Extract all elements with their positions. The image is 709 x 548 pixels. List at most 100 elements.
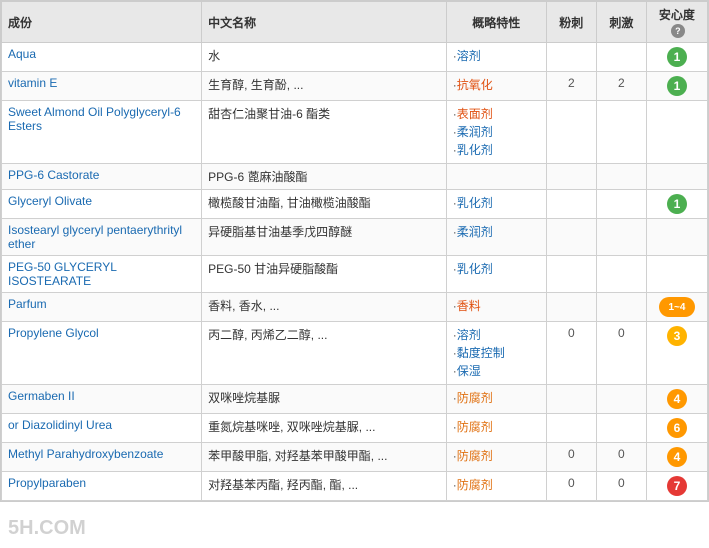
chinese-name-cell: 苯甲酸甲脂, 对羟基苯甲酸甲酯, ... bbox=[202, 443, 447, 472]
irritation-cell bbox=[596, 256, 646, 293]
safety-badge: 4 bbox=[667, 389, 687, 409]
chinese-name-cell: 双咪唑烷基脲 bbox=[202, 385, 447, 414]
irritation-cell bbox=[596, 293, 646, 322]
table-row: Propylparaben对羟基苯丙酯, 羟丙酯, 酯, ...防腐剂007 bbox=[2, 472, 708, 501]
powder-cell: 0 bbox=[546, 472, 596, 501]
irritation-cell: 0 bbox=[596, 322, 646, 385]
property-cell: 抗氧化 bbox=[446, 72, 546, 101]
table-row: PEG-50 GLYCERYL ISOSTEARATEPEG-50 甘油异硬脂酸… bbox=[2, 256, 708, 293]
property-cell: 防腐剂 bbox=[446, 443, 546, 472]
header-property: 概略特性 bbox=[446, 2, 546, 43]
chinese-name-cell: 橄榄酸甘油酯, 甘油橄榄油酸酯 bbox=[202, 190, 447, 219]
property-cell: 乳化剂 bbox=[446, 256, 546, 293]
table-row: or Diazolidinyl Urea重氮烷基咪唑, 双咪唑烷基脲, ...防… bbox=[2, 414, 708, 443]
table-row: Aqua水溶剂 1 bbox=[2, 43, 708, 72]
safety-badge: 4 bbox=[667, 447, 687, 467]
irritation-cell: 0 bbox=[596, 472, 646, 501]
ingredient-cell[interactable]: Germaben II bbox=[2, 385, 202, 414]
property-cell bbox=[446, 164, 546, 190]
safety-cell: 1 bbox=[646, 72, 707, 101]
ingredient-cell[interactable]: Parfum bbox=[2, 293, 202, 322]
powder-cell bbox=[546, 219, 596, 256]
safety-badge: 3 bbox=[667, 326, 687, 346]
safety-cell: 7 bbox=[646, 472, 707, 501]
irritation-cell bbox=[596, 385, 646, 414]
ingredient-cell[interactable]: or Diazolidinyl Urea bbox=[2, 414, 202, 443]
table-row: Isostearyl glyceryl pentaerythrityl ethe… bbox=[2, 219, 708, 256]
property-cell: 溶剂黏度控制保湿 bbox=[446, 322, 546, 385]
ingredient-table: 成份 中文名称 概略特性 粉刺 刺激 安心度 ? Aqua水溶剂 1 vitamin… bbox=[0, 0, 709, 502]
irritation-cell: 0 bbox=[596, 443, 646, 472]
powder-cell: 2 bbox=[546, 72, 596, 101]
safety-cell bbox=[646, 164, 707, 190]
table-row: PPG-6 CastoratePPG-6 蓖麻油酸酯 bbox=[2, 164, 708, 190]
safety-badge: 6 bbox=[667, 418, 687, 438]
safety-label: 安心度 bbox=[659, 8, 695, 22]
irritation-cell: 2 bbox=[596, 72, 646, 101]
chinese-name-cell: 对羟基苯丙酯, 羟丙酯, 酯, ... bbox=[202, 472, 447, 501]
powder-cell bbox=[546, 190, 596, 219]
ingredient-cell[interactable]: vitamin E bbox=[2, 72, 202, 101]
powder-cell bbox=[546, 43, 596, 72]
safety-badge: 1 bbox=[667, 194, 687, 214]
property-cell: 表面剂柔润剂乳化剂 bbox=[446, 101, 546, 164]
powder-cell bbox=[546, 101, 596, 164]
table-row: Parfum香料, 香水, ...香料1~4 bbox=[2, 293, 708, 322]
safety-cell: 1 bbox=[646, 43, 707, 72]
chinese-name-cell: 丙二醇, 丙烯乙二醇, ... bbox=[202, 322, 447, 385]
help-icon[interactable]: ? bbox=[671, 24, 685, 38]
safety-cell: 6 bbox=[646, 414, 707, 443]
ingredient-cell[interactable]: Aqua bbox=[2, 43, 202, 72]
table-row: Germaben II双咪唑烷基脲防腐剂 4 bbox=[2, 385, 708, 414]
ingredient-cell[interactable]: Propylene Glycol bbox=[2, 322, 202, 385]
ingredient-cell[interactable]: PEG-50 GLYCERYL ISOSTEARATE bbox=[2, 256, 202, 293]
powder-cell: 0 bbox=[546, 322, 596, 385]
safety-cell bbox=[646, 219, 707, 256]
safety-cell: 3 bbox=[646, 322, 707, 385]
safety-cell: 4 bbox=[646, 443, 707, 472]
chinese-name-cell: 异硬脂基甘油基季戊四醇醚 bbox=[202, 219, 447, 256]
property-cell: 柔润剂 bbox=[446, 219, 546, 256]
ingredient-cell[interactable]: Glyceryl Olivate bbox=[2, 190, 202, 219]
safety-cell: 1~4 bbox=[646, 293, 707, 322]
safety-badge: 7 bbox=[667, 476, 687, 496]
header-safety: 安心度 ? bbox=[646, 2, 707, 43]
table-row: Propylene Glycol丙二醇, 丙烯乙二醇, ...溶剂黏度控制保湿0… bbox=[2, 322, 708, 385]
ingredient-cell[interactable]: Isostearyl glyceryl pentaerythrityl ethe… bbox=[2, 219, 202, 256]
ingredient-cell[interactable]: Methyl Parahydroxybenzoate bbox=[2, 443, 202, 472]
safety-badge: 1~4 bbox=[659, 297, 695, 317]
safety-cell bbox=[646, 256, 707, 293]
header-powder: 粉刺 bbox=[546, 2, 596, 43]
irritation-cell bbox=[596, 101, 646, 164]
chinese-name-cell: 香料, 香水, ... bbox=[202, 293, 447, 322]
irritation-cell bbox=[596, 219, 646, 256]
chinese-name-cell: PEG-50 甘油异硬脂酸酯 bbox=[202, 256, 447, 293]
ingredient-cell[interactable]: PPG-6 Castorate bbox=[2, 164, 202, 190]
header-chinese: 中文名称 bbox=[202, 2, 447, 43]
irritation-cell bbox=[596, 190, 646, 219]
powder-cell: 0 bbox=[546, 443, 596, 472]
chinese-name-cell: 重氮烷基咪唑, 双咪唑烷基脲, ... bbox=[202, 414, 447, 443]
powder-cell bbox=[546, 414, 596, 443]
safety-badge: 1 bbox=[667, 47, 687, 67]
header-irritation: 刺激 bbox=[596, 2, 646, 43]
safety-badge: 1 bbox=[667, 76, 687, 96]
powder-cell bbox=[546, 164, 596, 190]
ingredient-cell[interactable]: Sweet Almond Oil Polyglyceryl-6 Esters bbox=[2, 101, 202, 164]
chinese-name-cell: 水 bbox=[202, 43, 447, 72]
property-cell: 防腐剂 bbox=[446, 414, 546, 443]
table-row: Sweet Almond Oil Polyglyceryl-6 Esters甜杏… bbox=[2, 101, 708, 164]
watermark: 5H.COM bbox=[8, 517, 86, 540]
safety-cell: 4 bbox=[646, 385, 707, 414]
header-ingredient: 成份 bbox=[2, 2, 202, 43]
table-row: Glyceryl Olivate橄榄酸甘油酯, 甘油橄榄油酸酯乳化剂 1 bbox=[2, 190, 708, 219]
irritation-cell bbox=[596, 43, 646, 72]
property-cell: 溶剂 bbox=[446, 43, 546, 72]
irritation-cell bbox=[596, 164, 646, 190]
chinese-name-cell: 甜杏仁油聚甘油-6 酯类 bbox=[202, 101, 447, 164]
ingredient-cell[interactable]: Propylparaben bbox=[2, 472, 202, 501]
table-row: Methyl Parahydroxybenzoate苯甲酸甲脂, 对羟基苯甲酸甲… bbox=[2, 443, 708, 472]
property-cell: 乳化剂 bbox=[446, 190, 546, 219]
irritation-cell bbox=[596, 414, 646, 443]
property-cell: 防腐剂 bbox=[446, 385, 546, 414]
